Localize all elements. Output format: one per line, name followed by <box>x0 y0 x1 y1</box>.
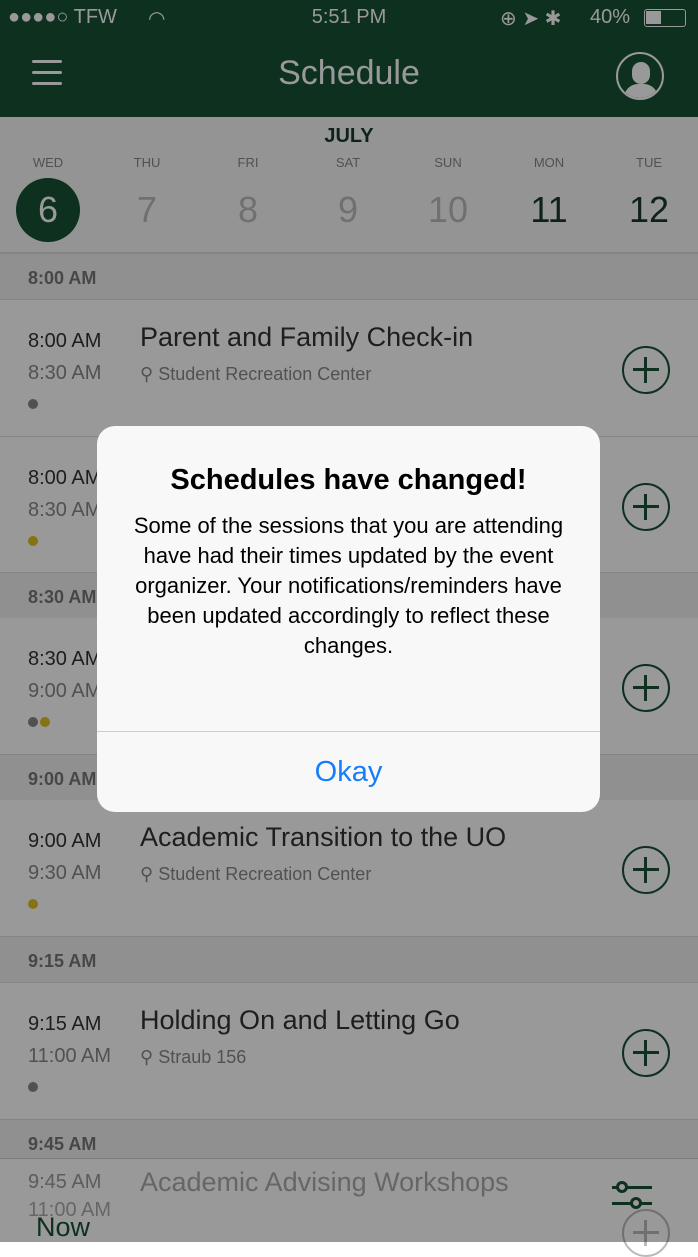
alert-dialog: Schedules have changed! Some of the sess… <box>97 426 600 812</box>
okay-button[interactable]: Okay <box>97 732 600 812</box>
alert-message: Some of the sessions that you are attend… <box>133 513 564 658</box>
alert-title: Schedules have changed! <box>170 464 527 496</box>
